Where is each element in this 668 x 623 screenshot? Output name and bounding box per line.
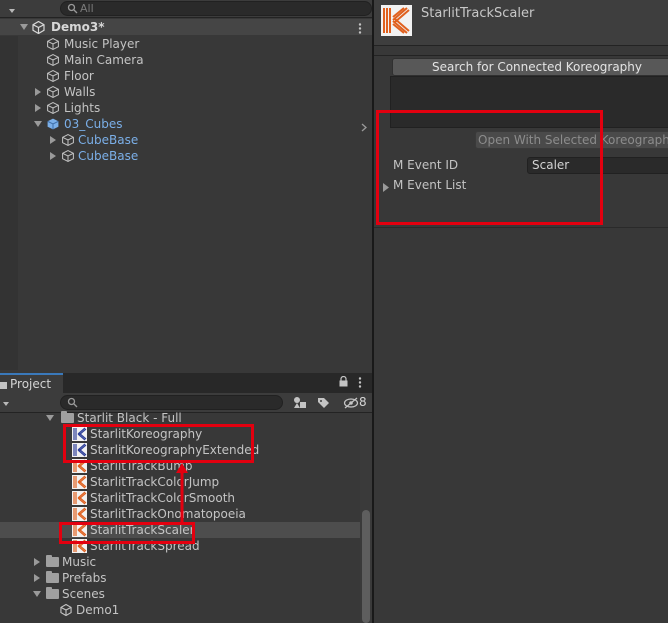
- prefab-cube-icon: [47, 118, 59, 130]
- expand-arrow-icon[interactable]: [20, 24, 28, 30]
- scene-item-label: Demo1: [76, 603, 120, 617]
- hierarchy-item-label: Walls: [64, 85, 96, 99]
- project-search-input[interactable]: [60, 395, 283, 410]
- hierarchy-item-label: Main Camera: [64, 53, 144, 67]
- asset-item-label: StarlitTrackColorJump: [90, 475, 220, 489]
- folder-label: Scenes: [62, 587, 105, 601]
- scene-item-demo1[interactable]: Demo1: [0, 602, 360, 618]
- search-placeholder: All: [80, 2, 94, 15]
- inspector-divider: [374, 55, 668, 56]
- scene-header-row[interactable]: Demo3*: [0, 19, 372, 35]
- scene-item-partial: [60, 618, 120, 623]
- lock-icon[interactable]: [339, 375, 348, 390]
- folder-label: Prefabs: [62, 571, 107, 585]
- project-kebab-icon[interactable]: [358, 377, 362, 391]
- folder-open-icon: [46, 587, 59, 599]
- hierarchy-item-floor[interactable]: Floor: [0, 68, 372, 84]
- expand-arrow-icon[interactable]: [46, 415, 54, 421]
- koreography-track-icon: [381, 5, 412, 36]
- hierarchy-item-cubebase-1[interactable]: CubeBase: [0, 132, 372, 148]
- search-icon: [67, 3, 78, 17]
- expand-arrow-icon[interactable]: [34, 121, 42, 127]
- cube-icon: [62, 134, 74, 146]
- cube-icon: [62, 150, 74, 162]
- project-scrollbar-thumb[interactable]: [362, 510, 370, 623]
- expand-arrow-icon[interactable]: [34, 558, 40, 566]
- expand-arrow-icon[interactable]: [34, 574, 40, 582]
- hierarchy-item-label: Floor: [64, 69, 94, 83]
- cube-icon: [47, 102, 59, 114]
- search-icon: [67, 397, 78, 411]
- hierarchy-item-label: CubeBase: [78, 133, 139, 147]
- koreography-track-icon: [72, 507, 87, 521]
- hierarchy-search-input[interactable]: All: [60, 1, 372, 16]
- hierarchy-item-label: CubeBase: [78, 149, 139, 163]
- expand-arrow-icon[interactable]: [50, 136, 56, 144]
- annotation-box-track-scaler: [59, 522, 195, 544]
- folder-icon: [46, 571, 59, 583]
- tab-project-label: Project: [10, 377, 52, 391]
- folder-scenes[interactable]: Scenes: [0, 586, 360, 602]
- hierarchy-left-gutter: [0, 36, 18, 370]
- cube-icon: [47, 38, 59, 50]
- inspector-title: StarlitTrackScaler: [421, 6, 535, 21]
- hierarchy-item-03-cubes[interactable]: 03_Cubes: [0, 116, 372, 132]
- hierarchy-item-label: Lights: [64, 101, 101, 115]
- folder-music[interactable]: Music: [0, 554, 360, 570]
- koreography-track-icon: [72, 475, 87, 489]
- cube-icon: [47, 70, 59, 82]
- cube-icon: [47, 86, 59, 98]
- cube-icon: [47, 54, 59, 66]
- folder-open-icon: [61, 411, 74, 423]
- hierarchy-item-main-camera[interactable]: Main Camera: [0, 52, 372, 68]
- search-connected-koreography-button[interactable]: Search for Connected Koreography: [392, 58, 668, 76]
- hierarchy-item-cubebase-2[interactable]: CubeBase: [0, 148, 372, 164]
- asset-item-label: StarlitTrackColorSmooth: [90, 491, 236, 505]
- expand-arrow-icon[interactable]: [33, 591, 41, 597]
- asset-item-label: StarlitTrackOnomatopoeia: [90, 507, 246, 521]
- hierarchy-item-lights[interactable]: Lights: [0, 100, 372, 116]
- create-dropdown-icon[interactable]: [0, 5, 18, 15]
- expand-arrow-icon[interactable]: [50, 152, 56, 160]
- hierarchy-item-label: 03_Cubes: [64, 117, 123, 131]
- expand-arrow-icon[interactable]: [35, 88, 41, 96]
- folder-prefabs[interactable]: Prefabs: [0, 570, 360, 586]
- hierarchy-item-label: Music Player: [64, 37, 140, 51]
- inspector-section-divider: [374, 227, 668, 228]
- annotation-arrow: [176, 463, 188, 525]
- koreography-track-icon: [72, 491, 87, 505]
- scene-name: Demo3*: [51, 20, 105, 34]
- expand-arrow-icon[interactable]: [35, 104, 41, 112]
- tab-project[interactable]: Project: [0, 373, 63, 393]
- hidden-count: 8: [359, 395, 367, 409]
- hierarchy-item-music-player[interactable]: Music Player: [0, 36, 372, 52]
- annotation-box-koreography-assets: [63, 424, 254, 463]
- hierarchy-item-walls[interactable]: Walls: [0, 84, 372, 100]
- folder-tab-icon: [0, 379, 7, 393]
- folder-label: Music: [62, 555, 97, 569]
- folder-icon: [46, 555, 59, 567]
- annotation-box-inspector: [376, 110, 603, 225]
